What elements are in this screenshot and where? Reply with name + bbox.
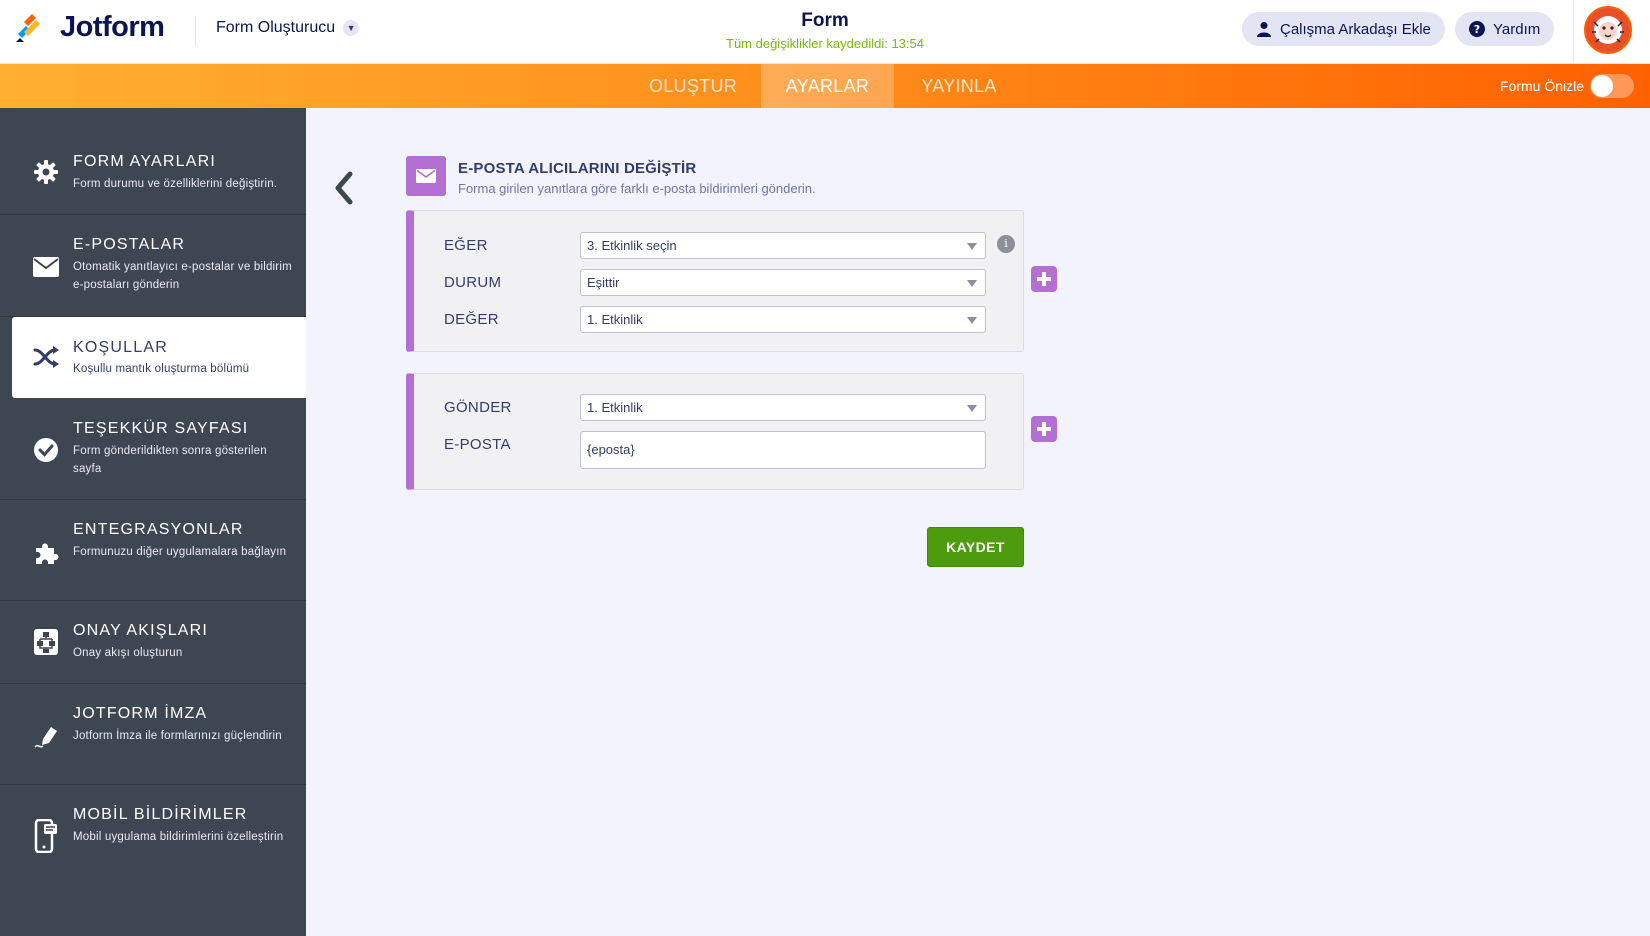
builder-navbar: OLUŞTUR AYARLAR YAYINLA Formu Önizle: [0, 64, 1650, 108]
sidebar-item-desc: Form gönderildikten sonra gösterilen say…: [73, 445, 267, 475]
logo-text: Jotform: [60, 11, 165, 43]
tab-settings[interactable]: AYARLAR: [761, 64, 894, 108]
shuffle-icon: [32, 343, 60, 371]
sidebar-item-integrations[interactable]: ENTEGRASYONLAR Formunuzu diğer uygulamal…: [0, 500, 306, 601]
sidebar-item-desc: Formunuzu diğer uygulamalara bağlayın: [73, 546, 287, 558]
jotform-logo[interactable]: Jotform: [14, 11, 165, 44]
tab-publish[interactable]: YAYINLA: [895, 64, 1023, 108]
sidebar-item-desc: Form durumu ve özelliklerini değiştirin.: [73, 178, 278, 190]
form-builder-menu[interactable]: Form Oluşturucu ▼: [216, 19, 360, 37]
user-avatar[interactable]: [1584, 6, 1632, 54]
user-icon: [1256, 21, 1272, 37]
sidebar-item-desc: Onay akışı oluşturun: [73, 647, 183, 659]
sidebar-item-mobile-notifications[interactable]: MOBİL BİLDİRİMLER Mobil uygulama bildiri…: [0, 785, 306, 886]
state-select[interactable]: Eşittir: [580, 269, 986, 296]
sidebar-item-title: MOBİL BİLDİRİMLER: [73, 806, 248, 823]
if-field-value: 3. Etkinlik seçin: [587, 238, 677, 253]
sidebar-item-desc: Jotform İmza ile formlarınızı güçlendiri…: [73, 730, 282, 742]
sidebar-item-emails[interactable]: E-POSTALAR Otomatik yanıtlayıcı e-postal…: [0, 215, 306, 317]
pen-icon: [32, 722, 60, 750]
send-label: GÖNDER: [444, 399, 512, 416]
send-select[interactable]: 1. Etkinlik: [580, 394, 986, 421]
email-label: E-POSTA: [444, 436, 511, 453]
add-rule-button[interactable]: [1031, 266, 1057, 292]
svg-text:?: ?: [1474, 23, 1480, 36]
value-value: 1. Etkinlik: [587, 312, 643, 327]
back-chevron-icon[interactable]: [330, 170, 358, 206]
value-select[interactable]: 1. Etkinlik: [580, 306, 986, 333]
value-label: DEĞER: [444, 311, 499, 328]
plus-icon: [1037, 422, 1051, 436]
condition-if-card: EĞER 3. Etkinlik seçin i DURUM Eşittir D…: [406, 210, 1024, 352]
envelope-icon: [32, 253, 60, 281]
if-field-select[interactable]: 3. Etkinlik seçin: [580, 232, 986, 259]
sidebar-item-desc: Otomatik yanıtlayıcı e-postalar ve bildi…: [73, 261, 292, 291]
toggle-knob: [1591, 75, 1613, 97]
dropdown-arrow-icon: [967, 280, 977, 287]
add-collaborator-label: Çalışma Arkadaşı Ekle: [1280, 20, 1431, 38]
sidebar-item-desc: Koşullu mantık oluşturma bölümü: [73, 363, 250, 375]
sidebar-item-title: TEŞEKKÜR SAYFASI: [73, 420, 249, 437]
email-input[interactable]: {eposta}: [580, 431, 986, 469]
preview-form-toggle[interactable]: [1590, 74, 1634, 98]
puzzle-icon: [32, 538, 60, 566]
jotform-logo-icon: [16, 13, 40, 42]
sidebar-item-title: KOŞULLAR: [73, 339, 168, 356]
send-value: 1. Etkinlik: [587, 400, 643, 415]
sidebar-item-title: E-POSTALAR: [73, 236, 186, 253]
info-icon[interactable]: i: [997, 235, 1015, 253]
sidebar-item-approval-flows[interactable]: ONAY AKIŞLARI Onay akışı oluşturun: [0, 601, 306, 684]
condition-subtitle: Forma girilen yanıtlara göre farklı e-po…: [458, 181, 816, 196]
sidebar-item-desc: Mobil uygulama bildirimlerini özelleştir…: [73, 831, 284, 843]
settings-sidebar: FORM AYARLARI Form durumu ve özellikleri…: [0, 108, 306, 936]
plus-icon: [1037, 272, 1051, 286]
gear-icon: [32, 158, 60, 186]
save-button[interactable]: KAYDET: [927, 527, 1024, 567]
sidebar-item-conditions[interactable]: KOŞULLAR Koşullu mantık oluşturma bölümü: [12, 317, 306, 398]
sidebar-item-title: ONAY AKIŞLARI: [73, 622, 209, 639]
condition-action-card: GÖNDER 1. Etkinlik E-POSTA {eposta}: [406, 373, 1024, 490]
dropdown-arrow-icon: [967, 317, 977, 324]
dropdown-arrow-icon: [967, 405, 977, 412]
approval-flow-icon: [32, 628, 60, 656]
condition-title: E-POSTA ALICILARINI DEĞİŞTİR: [458, 160, 697, 177]
avatar-lion-icon: [1586, 8, 1630, 52]
state-value: Eşittir: [587, 275, 620, 290]
sidebar-item-title: FORM AYARLARI: [73, 153, 217, 170]
help-label: Yardım: [1493, 20, 1541, 38]
sidebar-item-form-settings[interactable]: FORM AYARLARI Form durumu ve özellikleri…: [0, 108, 306, 215]
sidebar-item-jotform-sign[interactable]: JOTFORM İMZA Jotform İmza ile formlarını…: [0, 684, 306, 785]
mobile-notification-icon: [32, 818, 60, 854]
avatar-divider: [1573, 0, 1574, 64]
question-circle-icon: ?: [1469, 21, 1485, 37]
top-header: Jotform Form Oluşturucu ▼ Form Tüm değiş…: [0, 0, 1650, 64]
state-label: DURUM: [444, 274, 502, 291]
tab-build[interactable]: OLUŞTUR: [626, 64, 760, 108]
help-button[interactable]: ? Yardım: [1455, 12, 1555, 46]
header-divider: [195, 16, 196, 46]
sidebar-item-title: JOTFORM İMZA: [73, 705, 208, 722]
preview-form-label: Formu Önizle: [1500, 78, 1585, 94]
dropdown-arrow-icon: [967, 243, 977, 250]
add-action-button[interactable]: [1031, 416, 1057, 442]
form-builder-label: Form Oluşturucu: [216, 19, 336, 36]
check-circle-icon: [32, 436, 60, 464]
chevron-down-icon: ▼: [343, 20, 360, 36]
add-collaborator-button[interactable]: Çalışma Arkadaşı Ekle: [1242, 12, 1445, 46]
envelope-icon: [406, 156, 446, 196]
sidebar-item-title: ENTEGRASYONLAR: [73, 521, 244, 538]
if-label: EĞER: [444, 237, 488, 254]
sidebar-item-thank-you-page[interactable]: TEŞEKKÜR SAYFASI Form gönderildikten son…: [0, 399, 306, 500]
